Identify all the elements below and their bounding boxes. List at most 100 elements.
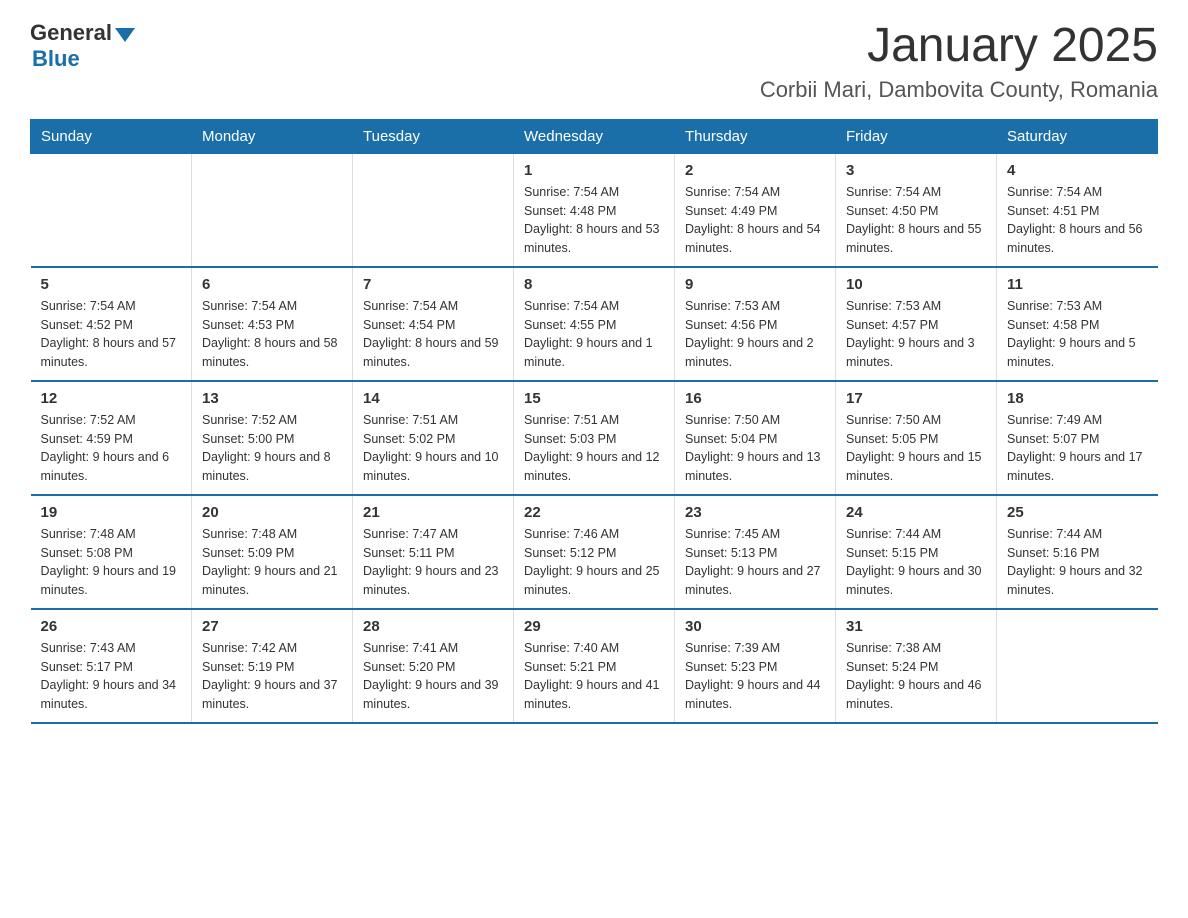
table-row: 10 Sunrise: 7:53 AM Sunset: 4:57 PM Dayli… — [836, 267, 997, 381]
day-number: 11 — [1007, 276, 1148, 293]
day-info: Sunrise: 7:54 AM Sunset: 4:55 PM Dayligh… — [524, 297, 664, 372]
day-info: Sunrise: 7:54 AM Sunset: 4:50 PM Dayligh… — [846, 183, 986, 258]
day-number: 21 — [363, 504, 503, 521]
table-row: 21Sunrise: 7:47 AM Sunset: 5:11 PM Dayli… — [353, 495, 514, 609]
day-number: 30 — [685, 618, 825, 635]
logo-arrow-icon — [115, 28, 135, 42]
day-number: 9 — [685, 276, 825, 293]
day-info: Sunrise: 7:50 AM Sunset: 5:04 PM Dayligh… — [685, 411, 825, 486]
day-info: Sunrise: 7:54 AM Sunset: 4:49 PM Dayligh… — [685, 183, 825, 258]
logo-blue-text: Blue — [32, 46, 80, 72]
day-info: Sunrise: 7:51 AM Sunset: 5:03 PM Dayligh… — [524, 411, 664, 486]
day-number: 16 — [685, 390, 825, 407]
day-number: 26 — [41, 618, 182, 635]
day-info: Sunrise: 7:54 AM Sunset: 4:52 PM Dayligh… — [41, 297, 182, 372]
day-info: Sunrise: 7:48 AM Sunset: 5:08 PM Dayligh… — [41, 525, 182, 600]
table-row: 23 Sunrise: 7:45 AM Sunset: 5:13 PM Dayli… — [675, 495, 836, 609]
table-row: 6 Sunrise: 7:54 AM Sunset: 4:53 PM Daylig… — [192, 267, 353, 381]
week-row-5: 26Sunrise: 7:43 AM Sunset: 5:17 PM Dayli… — [31, 609, 1158, 723]
table-row: 16 Sunrise: 7:50 AM Sunset: 5:04 PM Dayli… — [675, 381, 836, 495]
week-row-4: 19Sunrise: 7:48 AM Sunset: 5:08 PM Dayli… — [31, 495, 1158, 609]
table-row: 30 Sunrise: 7:39 AM Sunset: 5:23 PM Dayli… — [675, 609, 836, 723]
logo: General Blue — [30, 20, 135, 72]
header-row: SundayMondayTuesdayWednesdayThursdayFrid… — [31, 119, 1158, 153]
table-row — [353, 153, 514, 267]
day-number: 12 — [41, 390, 182, 407]
day-info: Sunrise: 7:53 AM Sunset: 4:58 PM Dayligh… — [1007, 297, 1148, 372]
header-monday: Monday — [192, 119, 353, 153]
table-row: 17 Sunrise: 7:50 AM Sunset: 5:05 PM Dayli… — [836, 381, 997, 495]
table-row: 11 Sunrise: 7:53 AM Sunset: 4:58 PM Dayli… — [997, 267, 1158, 381]
header-tuesday: Tuesday — [353, 119, 514, 153]
table-row: 5 Sunrise: 7:54 AM Sunset: 4:52 PM Daylig… — [31, 267, 192, 381]
table-row: 7 Sunrise: 7:54 AM Sunset: 4:54 PM Daylig… — [353, 267, 514, 381]
header-sunday: Sunday — [31, 119, 192, 153]
header-friday: Friday — [836, 119, 997, 153]
table-row: 25Sunrise: 7:44 AM Sunset: 5:16 PM Dayli… — [997, 495, 1158, 609]
table-row: 2 Sunrise: 7:54 AM Sunset: 4:49 PM Daylig… — [675, 153, 836, 267]
table-row — [31, 153, 192, 267]
day-info: Sunrise: 7:52 AM Sunset: 4:59 PM Dayligh… — [41, 411, 182, 486]
page-title: January 2025 — [760, 20, 1158, 73]
day-number: 5 — [41, 276, 182, 293]
day-info: Sunrise: 7:53 AM Sunset: 4:57 PM Dayligh… — [846, 297, 986, 372]
day-number: 6 — [202, 276, 342, 293]
page-header: General Blue January 2025 Corbii Mari, D… — [30, 20, 1158, 103]
calendar-body: 1 Sunrise: 7:54 AM Sunset: 4:48 PM Daylig… — [31, 153, 1158, 723]
day-info: Sunrise: 7:52 AM Sunset: 5:00 PM Dayligh… — [202, 411, 342, 486]
table-row: 27Sunrise: 7:42 AM Sunset: 5:19 PM Dayli… — [192, 609, 353, 723]
day-number: 28 — [363, 618, 503, 635]
table-row: 26Sunrise: 7:43 AM Sunset: 5:17 PM Dayli… — [31, 609, 192, 723]
day-number: 10 — [846, 276, 986, 293]
day-info: Sunrise: 7:42 AM Sunset: 5:19 PM Dayligh… — [202, 639, 342, 714]
day-number: 2 — [685, 162, 825, 179]
day-info: Sunrise: 7:54 AM Sunset: 4:48 PM Dayligh… — [524, 183, 664, 258]
day-number: 23 — [685, 504, 825, 521]
day-number: 14 — [363, 390, 503, 407]
table-row: 19Sunrise: 7:48 AM Sunset: 5:08 PM Dayli… — [31, 495, 192, 609]
week-row-1: 1 Sunrise: 7:54 AM Sunset: 4:48 PM Daylig… — [31, 153, 1158, 267]
table-row: 13 Sunrise: 7:52 AM Sunset: 5:00 PM Dayli… — [192, 381, 353, 495]
title-section: January 2025 Corbii Mari, Dambovita Coun… — [760, 20, 1158, 103]
day-number: 18 — [1007, 390, 1148, 407]
day-info: Sunrise: 7:50 AM Sunset: 5:05 PM Dayligh… — [846, 411, 986, 486]
header-saturday: Saturday — [997, 119, 1158, 153]
day-info: Sunrise: 7:54 AM Sunset: 4:54 PM Dayligh… — [363, 297, 503, 372]
day-number: 24 — [846, 504, 986, 521]
calendar-table: SundayMondayTuesdayWednesdayThursdayFrid… — [30, 119, 1158, 724]
table-row: 9 Sunrise: 7:53 AM Sunset: 4:56 PM Daylig… — [675, 267, 836, 381]
day-info: Sunrise: 7:53 AM Sunset: 4:56 PM Dayligh… — [685, 297, 825, 372]
day-info: Sunrise: 7:44 AM Sunset: 5:15 PM Dayligh… — [846, 525, 986, 600]
day-number: 31 — [846, 618, 986, 635]
day-number: 3 — [846, 162, 986, 179]
table-row: 18 Sunrise: 7:49 AM Sunset: 5:07 PM Dayli… — [997, 381, 1158, 495]
day-number: 7 — [363, 276, 503, 293]
calendar-header: SundayMondayTuesdayWednesdayThursdayFrid… — [31, 119, 1158, 153]
day-info: Sunrise: 7:38 AM Sunset: 5:24 PM Dayligh… — [846, 639, 986, 714]
day-info: Sunrise: 7:44 AM Sunset: 5:16 PM Dayligh… — [1007, 525, 1148, 600]
table-row: 20 Sunrise: 7:48 AM Sunset: 5:09 PM Dayli… — [192, 495, 353, 609]
table-row: 14 Sunrise: 7:51 AM Sunset: 5:02 PM Dayli… — [353, 381, 514, 495]
day-info: Sunrise: 7:51 AM Sunset: 5:02 PM Dayligh… — [363, 411, 503, 486]
day-number: 22 — [524, 504, 664, 521]
day-number: 15 — [524, 390, 664, 407]
day-info: Sunrise: 7:46 AM Sunset: 5:12 PM Dayligh… — [524, 525, 664, 600]
header-wednesday: Wednesday — [514, 119, 675, 153]
day-number: 17 — [846, 390, 986, 407]
day-number: 1 — [524, 162, 664, 179]
table-row: 24 Sunrise: 7:44 AM Sunset: 5:15 PM Dayli… — [836, 495, 997, 609]
logo-general-text: General — [30, 20, 112, 46]
day-info: Sunrise: 7:40 AM Sunset: 5:21 PM Dayligh… — [524, 639, 664, 714]
day-number: 8 — [524, 276, 664, 293]
page-subtitle: Corbii Mari, Dambovita County, Romania — [760, 77, 1158, 103]
table-row: 31 Sunrise: 7:38 AM Sunset: 5:24 PM Dayli… — [836, 609, 997, 723]
day-number: 13 — [202, 390, 342, 407]
day-info: Sunrise: 7:49 AM Sunset: 5:07 PM Dayligh… — [1007, 411, 1148, 486]
day-info: Sunrise: 7:54 AM Sunset: 4:53 PM Dayligh… — [202, 297, 342, 372]
day-info: Sunrise: 7:45 AM Sunset: 5:13 PM Dayligh… — [685, 525, 825, 600]
day-info: Sunrise: 7:48 AM Sunset: 5:09 PM Dayligh… — [202, 525, 342, 600]
day-info: Sunrise: 7:39 AM Sunset: 5:23 PM Dayligh… — [685, 639, 825, 714]
table-row: 29Sunrise: 7:40 AM Sunset: 5:21 PM Dayli… — [514, 609, 675, 723]
day-number: 20 — [202, 504, 342, 521]
table-row: 28Sunrise: 7:41 AM Sunset: 5:20 PM Dayli… — [353, 609, 514, 723]
